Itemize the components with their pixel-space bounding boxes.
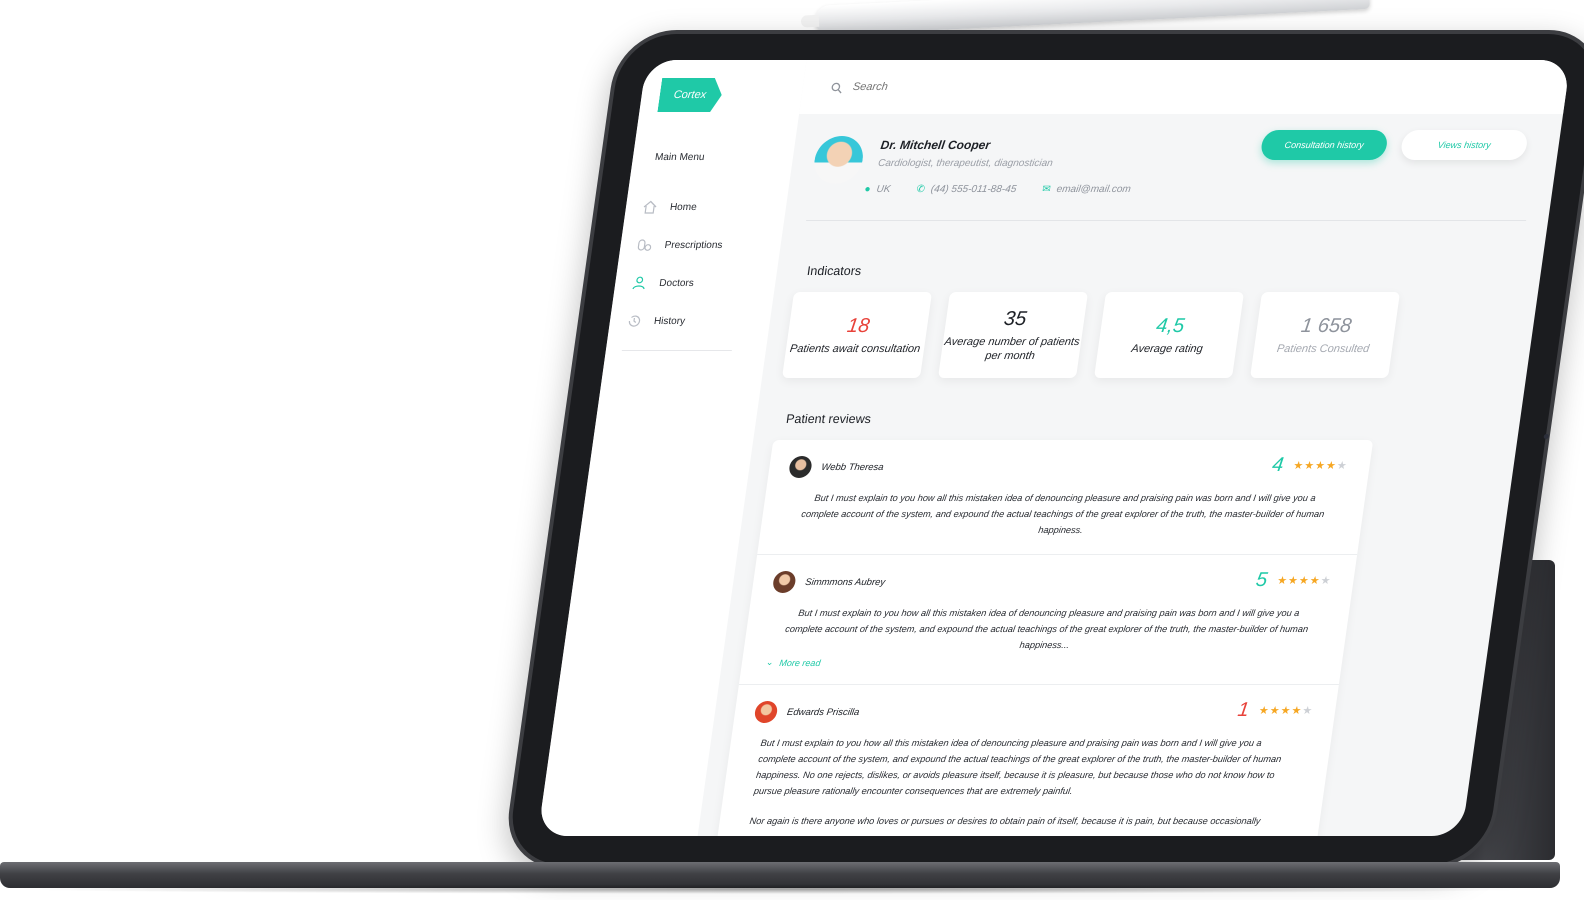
- indicator-card: 18 Patients await consultation: [781, 292, 933, 378]
- more-read-label: More read: [778, 657, 822, 668]
- review-rating: 1 ★★★★★: [1236, 699, 1315, 722]
- home-icon: [641, 199, 659, 215]
- sidebar-item-label: Home: [669, 201, 698, 213]
- doctor-specialty: Cardiologist, therapeutist, diagnosticia…: [877, 158, 1054, 169]
- doctor-profile: Dr. Mitchell Cooper Cardiologist, therap…: [806, 130, 1539, 221]
- indicator-label: Patients await consultation: [789, 342, 922, 355]
- doctor-contacts: ● UK ✆ (44) 555-011-88-45 ✉ email@mail.c…: [864, 184, 1132, 195]
- review-score: 5: [1254, 569, 1269, 591]
- indicators: 18 Patients await consultation 35 Averag…: [781, 292, 1401, 378]
- sidebar-item-label: Prescriptions: [663, 239, 724, 251]
- review-item: Simmmons Aubrey 5 ★★★★★ But I must expla…: [738, 555, 1358, 685]
- menu-divider: [621, 350, 732, 351]
- review-text: But I must explain to you how all this m…: [784, 608, 1309, 650]
- reviewer-avatar: [771, 571, 797, 593]
- reviewer-name: Simmmons Aubrey: [804, 576, 886, 588]
- history-icon: [625, 313, 643, 329]
- logo[interactable]: Cortex: [657, 78, 724, 112]
- contact-email[interactable]: ✉ email@mail.com: [1041, 184, 1131, 195]
- email-text: email@mail.com: [1055, 184, 1132, 195]
- review-item: Webb Theresa 4 ★★★★★ But I must explain …: [757, 440, 1374, 555]
- sidebar-item-label: History: [653, 315, 686, 327]
- main-content: Dr. Mitchell Cooper Cardiologist, therap…: [698, 60, 1571, 836]
- keyboard-shadow: [10, 884, 1550, 894]
- patient-reviews: Webb Theresa 4 ★★★★★ But I must explain …: [716, 440, 1374, 836]
- star-rating: ★★★★★: [1258, 705, 1315, 717]
- indicator-card: 4,5 Average rating: [1093, 292, 1245, 378]
- reviewer-avatar: [787, 456, 814, 478]
- search-bar: [799, 60, 1571, 114]
- search-input[interactable]: [849, 80, 1056, 94]
- indicator-label: Average rating: [1130, 342, 1204, 355]
- phone-text: (44) 555-011-88-45: [930, 184, 1018, 195]
- sidebar-item-history[interactable]: History: [623, 302, 758, 340]
- reviews-title: Patient reviews: [785, 412, 872, 426]
- tablet-device: Cortex Main Menu Home Prescriptions Doct…: [501, 30, 1584, 868]
- indicator-value: 4,5: [1154, 314, 1186, 337]
- indicator-value: 1 658: [1299, 314, 1353, 337]
- sidebar-item-doctors[interactable]: Doctors: [629, 264, 764, 302]
- sidebar-item-prescriptions[interactable]: Prescriptions: [634, 226, 769, 264]
- tablet-screen: Cortex Main Menu Home Prescriptions Doct…: [537, 60, 1571, 836]
- indicator-value: 35: [1002, 307, 1029, 330]
- review-text: But I must explain to you how all this m…: [753, 738, 1282, 796]
- star-rating: ★★★★★: [1292, 460, 1349, 472]
- review-text: But I must explain to you how all this m…: [800, 493, 1325, 535]
- indicator-label: Patients Consulted: [1276, 342, 1371, 355]
- indicator-value: 18: [845, 314, 872, 337]
- star-rating: ★★★★★: [1276, 575, 1333, 587]
- review-score: 4: [1270, 454, 1285, 476]
- search-icon: [830, 81, 844, 94]
- contact-country: ● UK: [864, 184, 891, 195]
- indicator-label: Average number of patients per month: [943, 335, 1081, 362]
- phone-icon: ✆: [915, 184, 926, 195]
- menu-title: Main Menu: [654, 152, 706, 163]
- chevron-down-icon: ⌄: [765, 657, 775, 667]
- country-text: UK: [875, 184, 892, 195]
- views-history-button[interactable]: Views history: [1399, 130, 1529, 160]
- reviewer-avatar: [753, 701, 779, 723]
- location-pin-icon: ●: [863, 184, 872, 195]
- review-item: Edwards Priscilla 1 ★★★★★ But I must exp…: [716, 685, 1338, 836]
- indicator-card: 1 658 Patients Consulted: [1249, 292, 1401, 378]
- consultation-history-button[interactable]: Consultation history: [1259, 130, 1389, 160]
- review-text-continued: Nor again is there anyone who loves or p…: [749, 816, 1262, 826]
- reviewer-name: Webb Theresa: [820, 461, 885, 473]
- review-rating: 5 ★★★★★: [1254, 569, 1333, 592]
- main-menu: Home Prescriptions Doctors History: [623, 188, 774, 340]
- contact-phone[interactable]: ✆ (44) 555-011-88-45: [916, 184, 1017, 195]
- indicators-title: Indicators: [806, 264, 863, 278]
- indicator-card: 35 Average number of patients per month: [937, 292, 1089, 378]
- more-read-link[interactable]: ⌄ More read: [765, 657, 1323, 668]
- review-score: 1: [1236, 699, 1251, 721]
- doctor-name: Dr. Mitchell Cooper: [879, 138, 992, 152]
- sidebar-item-home[interactable]: Home: [639, 188, 774, 226]
- doctor-avatar: [811, 136, 866, 184]
- review-rating: 4 ★★★★★: [1271, 454, 1350, 477]
- pencil-tip: [800, 14, 820, 28]
- doctor-icon: [630, 275, 648, 291]
- sidebar-item-label: Doctors: [658, 277, 695, 289]
- reviewer-name: Edwards Priscilla: [786, 706, 861, 718]
- tablet-camera: [1543, 434, 1550, 439]
- pills-icon: [636, 237, 654, 253]
- mail-icon: ✉: [1041, 184, 1052, 195]
